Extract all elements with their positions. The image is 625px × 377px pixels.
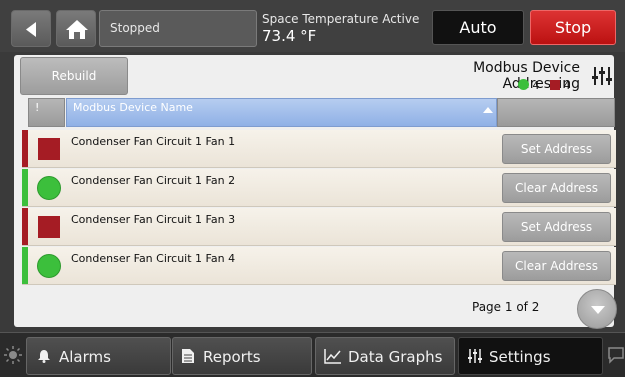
table-row: Condenser Fan Circuit 1 Fan 1 Set Addres… [22,130,616,168]
fault-status-icon [38,216,60,238]
nav-settings[interactable]: Settings [458,337,603,375]
ok-status-icon [518,79,529,90]
line-chart-icon [324,349,341,364]
set-address-button[interactable]: Set Address [502,212,611,242]
chevron-down-icon [591,306,605,314]
device-name: Condenser Fan Circuit 1 Fan 4 [71,252,236,265]
stop-button[interactable]: Stop [530,10,616,45]
ok-status-icon [37,254,61,278]
nav-alarms[interactable]: Alarms [26,337,171,375]
row-status-bar [22,247,28,284]
back-icon [26,22,36,37]
fault-status-icon [550,80,560,90]
settings-sliders-icon [590,64,614,88]
temperature-value: 73.4 °F [262,27,317,45]
page-down-button[interactable] [577,289,617,329]
temperature-label: Space Temperature Active [262,12,420,26]
nav-reports[interactable]: Reports [172,337,312,375]
nav-data-graphs[interactable]: Data Graphs [315,337,455,375]
ok-status-icon [37,176,61,200]
chat-icon[interactable] [607,346,625,364]
nav-settings-label: Settings [489,348,551,366]
page-indicator: Page 1 of 2 [472,300,540,314]
set-address-button[interactable]: Set Address [502,134,611,164]
nav-data-graphs-label: Data Graphs [348,348,443,366]
clear-address-button[interactable]: Clear Address [502,173,611,203]
fault-count: 4 [563,79,571,92]
row-status-bar [22,169,28,206]
rebuild-button[interactable]: Rebuild [20,57,128,95]
home-icon [66,20,88,39]
table-row: Condenser Fan Circuit 1 Fan 3 Set Addres… [22,208,616,246]
ok-count: 4 [532,79,540,92]
device-name: Condenser Fan Circuit 1 Fan 3 [71,213,236,226]
name-column-header[interactable]: Modbus Device Name [66,98,497,127]
bell-icon [38,350,50,363]
row-status-bar [22,130,28,167]
clear-address-button[interactable]: Clear Address [502,251,611,281]
table-row: Condenser Fan Circuit 1 Fan 2 Clear Addr… [22,169,616,207]
table-row: Condenser Fan Circuit 1 Fan 4 Clear Addr… [22,247,616,285]
brightness-icon[interactable] [4,346,22,364]
sort-ascending-icon [483,107,493,113]
nav-reports-label: Reports [203,348,261,366]
document-icon [182,349,194,363]
action-column-header [497,98,615,127]
device-name: Condenser Fan Circuit 1 Fan 2 [71,174,236,187]
auto-button[interactable]: Auto [432,10,524,45]
home-button[interactable] [56,10,96,47]
row-status-bar [22,208,28,245]
back-button[interactable] [11,10,51,47]
settings-sliders-icon [468,349,482,363]
status-column-header[interactable]: ! [28,98,65,127]
nav-alarms-label: Alarms [59,348,111,366]
device-name: Condenser Fan Circuit 1 Fan 1 [71,135,236,148]
status-legend: 4 4 [518,79,571,92]
unit-status: Stopped [99,10,257,47]
fault-status-icon [38,138,60,160]
